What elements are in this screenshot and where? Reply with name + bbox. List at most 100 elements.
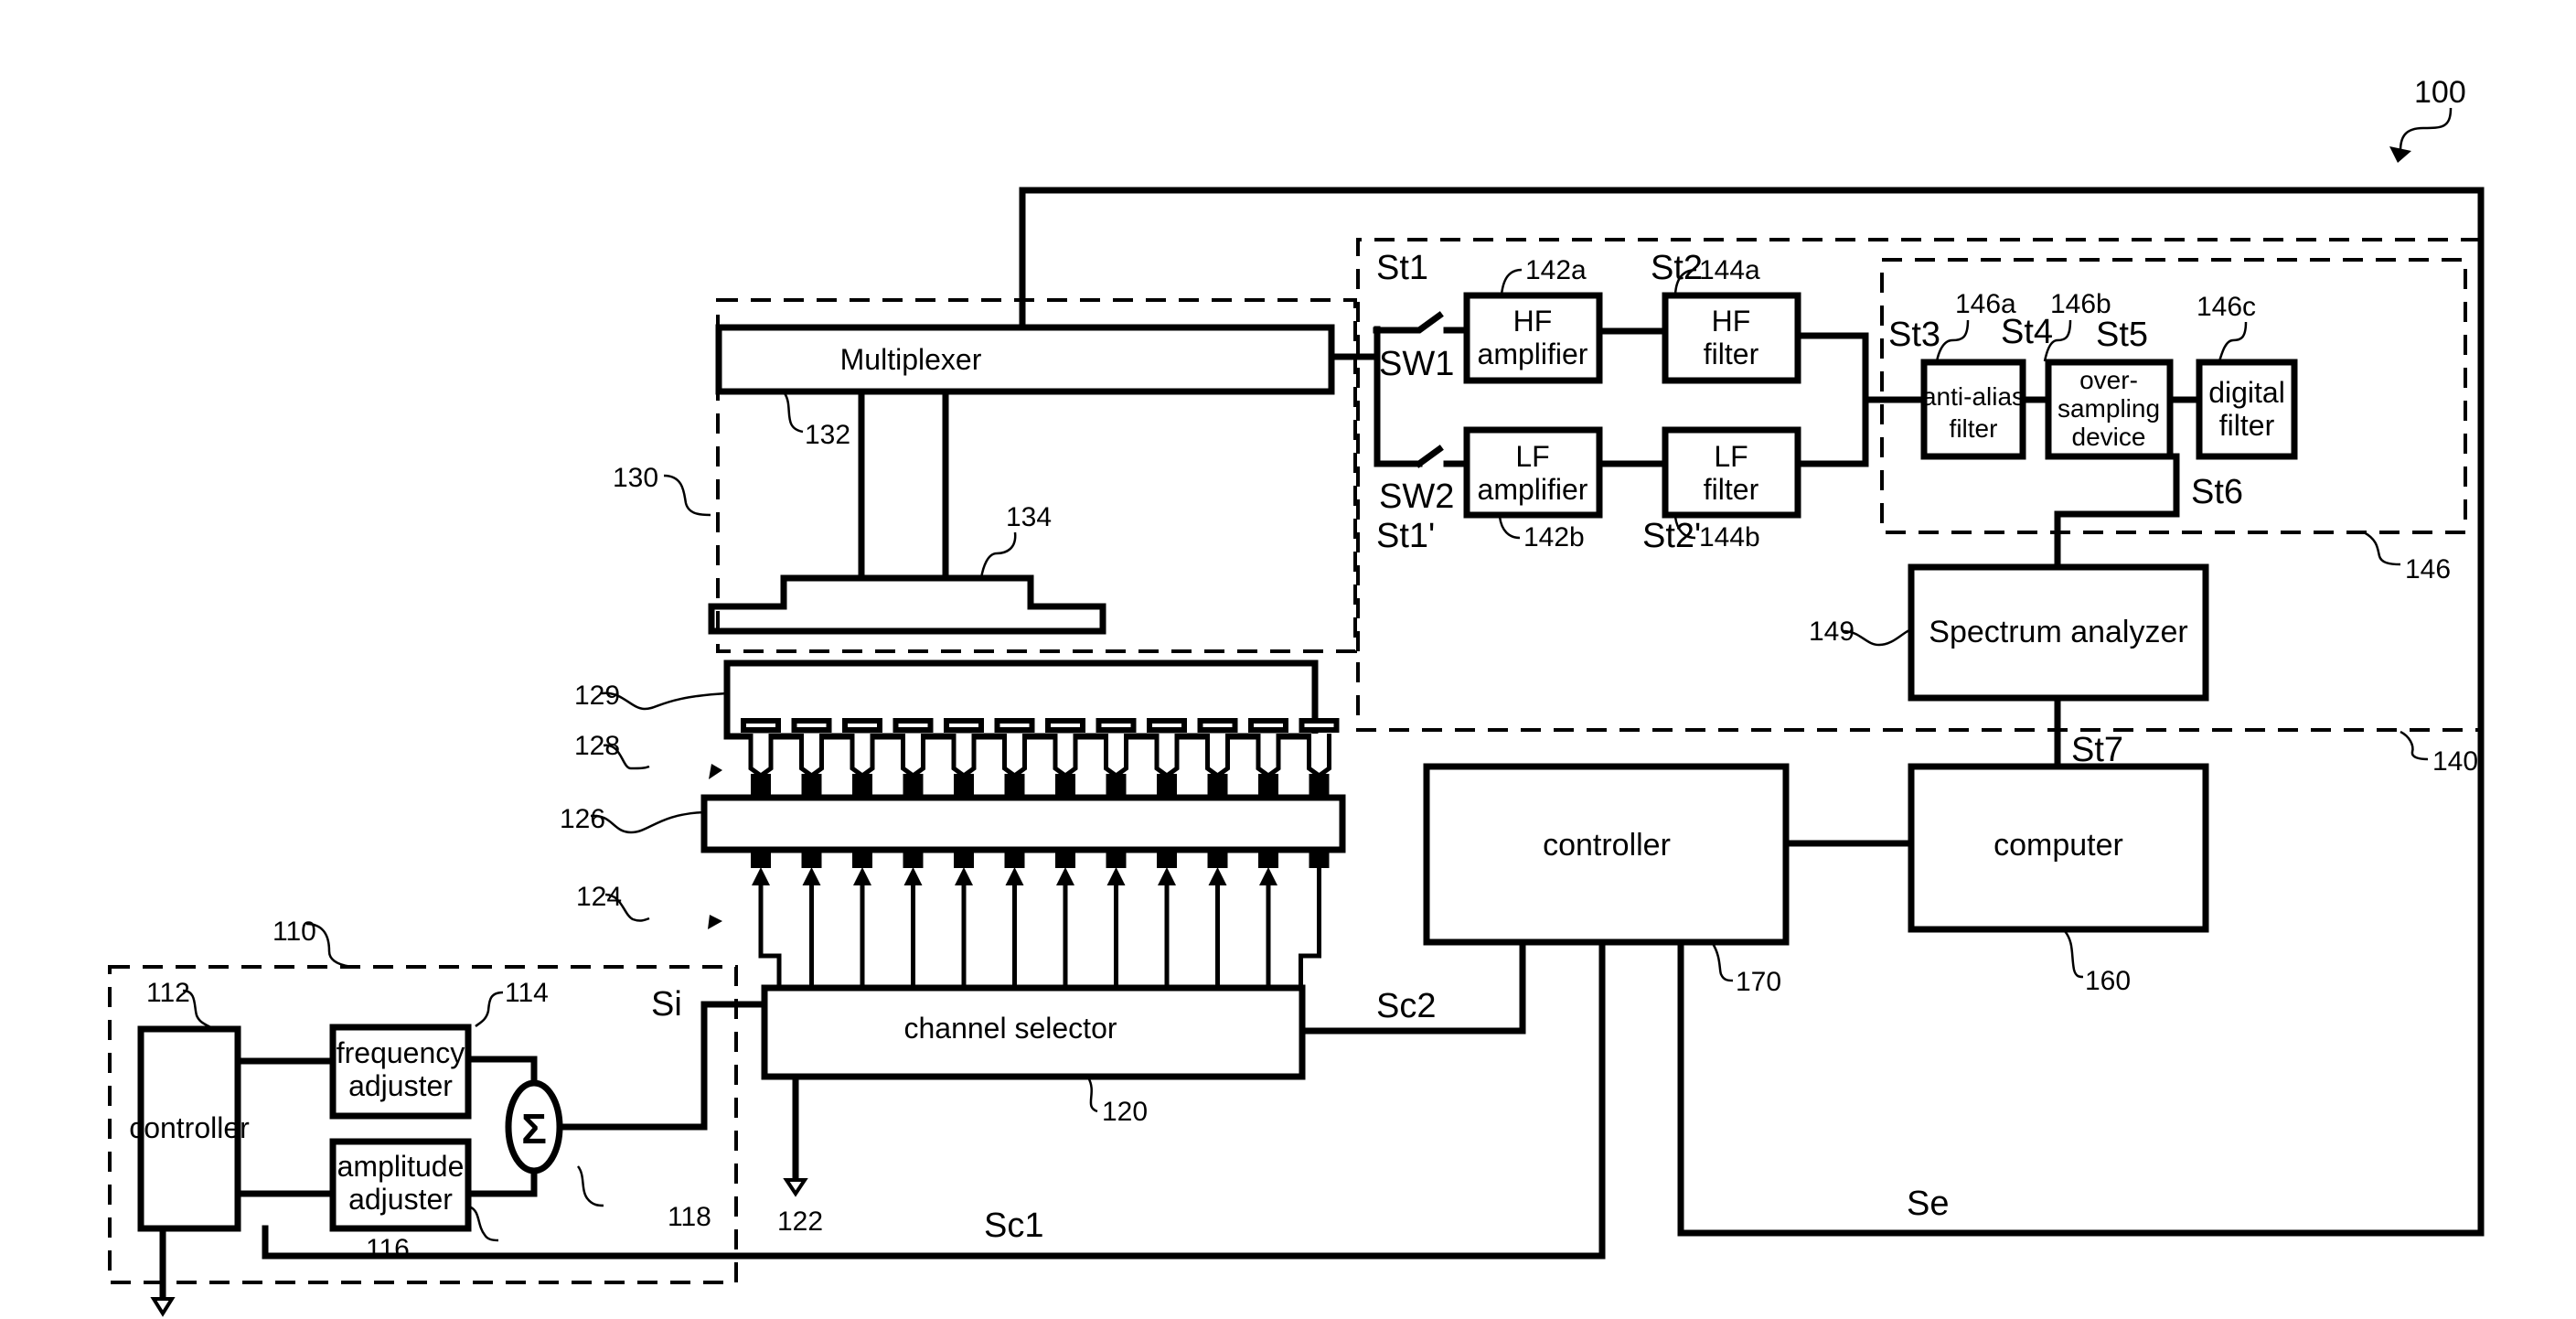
upper-probe: [791, 718, 832, 798]
upper-probe: [1248, 718, 1288, 798]
upper-probe: [842, 718, 882, 798]
fixture-134: [708, 574, 1106, 635]
block-diagram: 100 130 Multiplexer Multiplexer 132 134 …: [108, 75, 2485, 1317]
frequency-adjuster-ref: 114: [505, 978, 549, 1008]
st1-label: St1: [1376, 249, 1428, 287]
amplitude-adjuster-label-1: amplitude: [337, 1150, 465, 1183]
digital-filter-label-2: filter: [2219, 409, 2275, 442]
lower-probes-arrow-icon: [708, 915, 722, 929]
sc2-label: Sc2: [1376, 987, 1436, 1025]
amp-to-sum-wire: [465, 1167, 538, 1197]
digital-section-leader: [2363, 531, 2401, 566]
lower-probe: [1207, 850, 1228, 988]
probe-board-126: [700, 794, 1346, 853]
upper-probes-arrow-icon: [709, 764, 722, 779]
computer-label: computer: [1993, 828, 2123, 863]
si-label: Si: [651, 985, 682, 1024]
digital-filter-label-1: digital: [2208, 376, 2285, 409]
oversampling-label-3: device: [2072, 423, 2146, 451]
lower-probe: [1004, 850, 1025, 988]
lower-probe: [903, 850, 924, 988]
summer-ref: 118: [668, 1202, 711, 1232]
summer-sigma-icon: Σ: [521, 1105, 547, 1153]
figure-ref-leader: [2399, 107, 2453, 152]
amplitude-adjuster-ref: 116: [366, 1234, 410, 1264]
channel-selector-label: channel selector: [903, 1012, 1117, 1045]
st2p-label: St2': [1642, 517, 1701, 555]
lower-probe: [1258, 850, 1278, 988]
lower-probe-array: [751, 850, 1330, 988]
st2-label: St2: [1651, 249, 1703, 287]
oversampling-ref: 146b: [2050, 289, 2111, 319]
amplitude-adjuster-label-2: adjuster: [348, 1183, 453, 1216]
lf-filter-ref: 144b: [1699, 522, 1760, 552]
lf-amplifier-ref: 142b: [1523, 522, 1585, 552]
sg-controller-out-arrow-icon: [150, 1297, 176, 1317]
st3-label: St3: [1888, 316, 1940, 354]
hf-filter-ref: 144a: [1699, 255, 1760, 285]
oversampling-label-1: over-: [2079, 366, 2138, 394]
freq-to-sum-wire: [465, 1056, 538, 1085]
multiplexer-ref: 132: [805, 420, 850, 450]
lf-amplifier-label-1: LF: [1515, 440, 1549, 473]
sg-controller-label: controller: [129, 1111, 250, 1144]
lower-probe: [751, 850, 782, 988]
lf-amplifier-label-2: amplifier: [1478, 473, 1588, 506]
lower-probe: [1106, 850, 1127, 988]
lf-amplifier-leader: [1498, 516, 1521, 540]
anti-alias-label-1: anti-alias: [1922, 382, 2025, 411]
main-controller-ref: 170: [1736, 967, 1781, 997]
main-controller-label: controller: [1543, 828, 1671, 863]
signal-generator-ref: 110: [273, 917, 316, 947]
hf-filter-label-1: HF: [1712, 305, 1751, 338]
upper-probe: [893, 718, 934, 798]
multiplexer-unit-ref: 130: [613, 463, 658, 493]
frequency-adjuster-label-2: adjuster: [348, 1069, 453, 1102]
digital-filter-ref: 146c: [2197, 292, 2256, 322]
anti-alias-leader: [1935, 319, 1970, 362]
sg-controller-ref: 112: [146, 978, 190, 1008]
sw2-switch-icon: [1415, 445, 1444, 468]
sw2-label: SW2: [1379, 477, 1454, 516]
lower-probe: [1055, 850, 1075, 988]
frequency-adjuster-label-1: frequency: [337, 1036, 465, 1069]
upper-probe: [1299, 718, 1340, 798]
lower-probe: [1299, 850, 1330, 988]
computer-leader: [2063, 930, 2084, 979]
filters-merge-wire: [1794, 332, 1869, 467]
upper-probe: [1147, 718, 1187, 798]
figure-ref-100: 100: [2389, 75, 2466, 163]
frequency-adjuster-leader: [475, 991, 504, 1027]
figure-ref-label: 100: [2414, 75, 2466, 110]
upper-probe: [994, 718, 1035, 798]
hf-amplifier-label-2: amplifier: [1478, 338, 1588, 370]
anti-alias-label-2: filter: [1950, 414, 1998, 443]
board-leader: [590, 810, 705, 834]
figure-ref-arrow-icon: [2389, 146, 2411, 163]
hf-amplifier-label-1: HF: [1513, 305, 1553, 338]
plate-ref: 129: [574, 681, 620, 711]
computer-ref: 160: [2085, 966, 2131, 996]
ground-arrow-icon: [783, 1178, 808, 1197]
hf-amplifier-ref: 142a: [1525, 255, 1587, 285]
lower-probe: [954, 850, 974, 988]
plate-leader: [601, 692, 728, 711]
multiplexer-leader: [783, 392, 804, 434]
multiplexer-unit-leader: [663, 474, 711, 517]
spectrum-analyzer-label: Spectrum analyzer: [1929, 615, 2187, 649]
upper-probe: [1096, 718, 1137, 798]
channel-selector-leader: [1086, 1077, 1098, 1113]
summer-leader: [576, 1165, 604, 1207]
hf-amplifier-leader: [1500, 268, 1523, 295]
st5-label: St5: [2096, 316, 2148, 354]
channel-selector-ref: 120: [1102, 1097, 1148, 1127]
multiplexer-label-text: Multiplexer: [840, 343, 982, 376]
board-ref: 126: [560, 804, 605, 834]
amplitude-adjuster-leader: [470, 1206, 499, 1242]
main-controller-leader: [1710, 941, 1734, 982]
digital-filter-leader: [2218, 321, 2248, 362]
se-label: Se: [1907, 1185, 1949, 1223]
measurement-unit-leader: [2400, 730, 2429, 761]
upper-probe: [1197, 718, 1238, 798]
sw1-label: SW1: [1379, 345, 1454, 383]
